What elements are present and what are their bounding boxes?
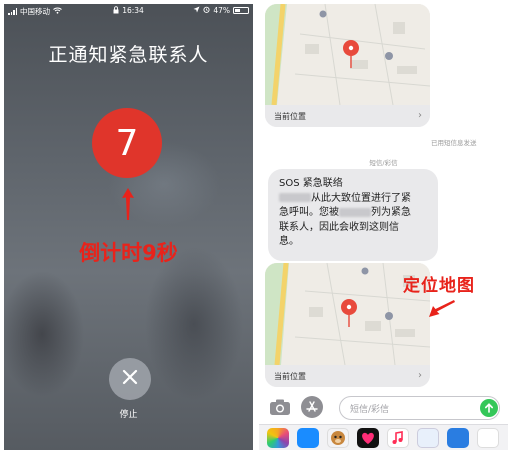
app-store-app-icon[interactable]	[297, 428, 319, 448]
clock-time: 16:34	[122, 6, 144, 15]
animoji-app-icon[interactable]	[327, 428, 349, 448]
messages-thread: 当前位置 › 已用短信息发送 短信/彩信 SOS 紧急联络 从此大致位置进行了紧…	[259, 4, 508, 450]
arrow-up-icon	[485, 403, 493, 413]
camera-icon	[270, 399, 290, 415]
countdown-number: 7	[115, 122, 139, 164]
delivered-note: 已用短信息发送	[431, 139, 477, 147]
app-extension-icon[interactable]	[447, 428, 469, 448]
compose-bar: 短信/彩信	[259, 394, 508, 422]
message-line-5: 息。	[279, 236, 299, 247]
app-store-icon	[306, 401, 318, 412]
app-extension-icon[interactable]	[477, 428, 499, 448]
message-line-1: SOS 紧急联络	[279, 178, 343, 189]
countdown-annotation: 倒计时9秒	[79, 241, 178, 265]
location-arrow-icon	[193, 6, 200, 15]
sos-countdown-screen: 中国移动 16:34 47% 正通知紧急联系人 7 倒计时9秒 停止	[4, 4, 253, 450]
arrow-left-icon	[427, 298, 457, 324]
map-caption-label: 当前位置	[274, 111, 306, 121]
message-line-2: 从此大致位置进行了紧	[279, 192, 427, 207]
music-app-icon[interactable]	[387, 428, 409, 448]
message-input[interactable]: 短信/彩信	[339, 396, 500, 420]
redacted-name	[339, 207, 371, 217]
photos-app-icon[interactable]	[267, 428, 289, 448]
message-line-4: 联系人，因此会收到这则信	[279, 221, 399, 233]
status-bar: 中国移动 16:34 47%	[4, 4, 253, 18]
chevron-right-icon: ›	[418, 370, 422, 381]
message-input-placeholder: 短信/彩信	[350, 404, 390, 415]
stop-button[interactable]	[109, 358, 151, 400]
camera-button[interactable]	[269, 398, 291, 420]
lock-icon	[113, 6, 119, 16]
chevron-right-icon: ›	[418, 110, 422, 121]
map-annotation: 定位地图	[403, 276, 475, 296]
thread-type-label: 短信/彩信	[369, 159, 398, 167]
countdown-circle: 7	[92, 108, 162, 178]
app-store-button[interactable]	[301, 396, 323, 418]
page-title: 正通知紧急联系人	[48, 44, 209, 66]
redacted-name	[279, 193, 311, 202]
battery-icon	[233, 7, 249, 14]
alarm-icon	[203, 6, 210, 15]
stop-label: 停止	[119, 410, 138, 420]
send-button[interactable]	[480, 399, 498, 417]
app-extension-icon[interactable]	[417, 428, 439, 448]
close-icon	[122, 369, 138, 389]
location-map-card-top[interactable]: 当前位置 ›	[265, 4, 430, 127]
arrow-up-icon	[121, 187, 135, 225]
message-line-3: 急呼叫。您被 列为紧急	[279, 207, 411, 218]
map-preview	[265, 4, 430, 105]
message-bubble[interactable]: SOS 紧急联络 从此大致位置进行了紧 急呼叫。您被 列为紧急 联系人，因此会收到…	[268, 169, 438, 261]
imessage-app-drawer	[259, 424, 508, 450]
map-caption-label: 当前位置	[274, 371, 306, 381]
digital-touch-app-icon[interactable]	[357, 428, 379, 448]
battery-percent: 47%	[213, 6, 230, 15]
